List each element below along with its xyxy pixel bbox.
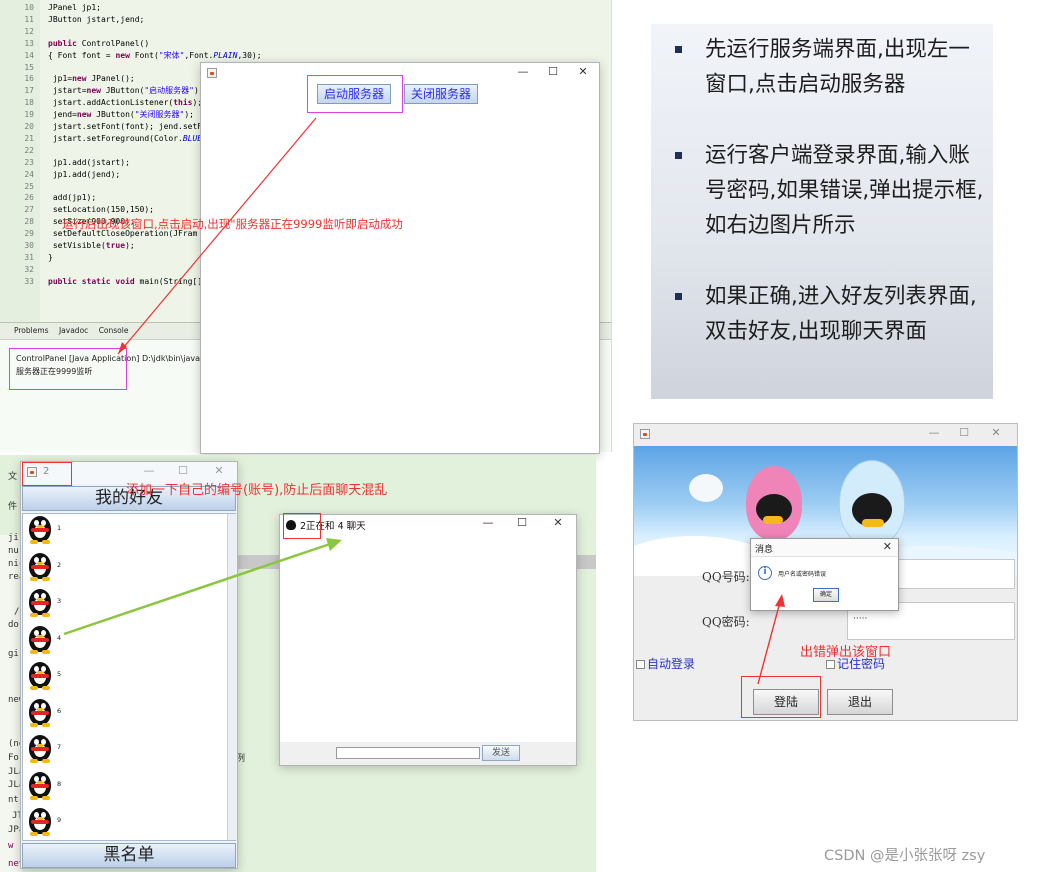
arrow-layer [63,117,785,685]
server-arrowhead-icon [118,342,127,354]
chat-arrow-line [63,542,331,636]
login-arrow-line [757,601,781,685]
login-arrowhead-icon [775,594,785,607]
chat-arrowhead-icon [326,538,342,551]
server-arrow-line [117,117,317,355]
csdn-watermark: CSDN @是小张张呀 zsy [824,848,986,864]
